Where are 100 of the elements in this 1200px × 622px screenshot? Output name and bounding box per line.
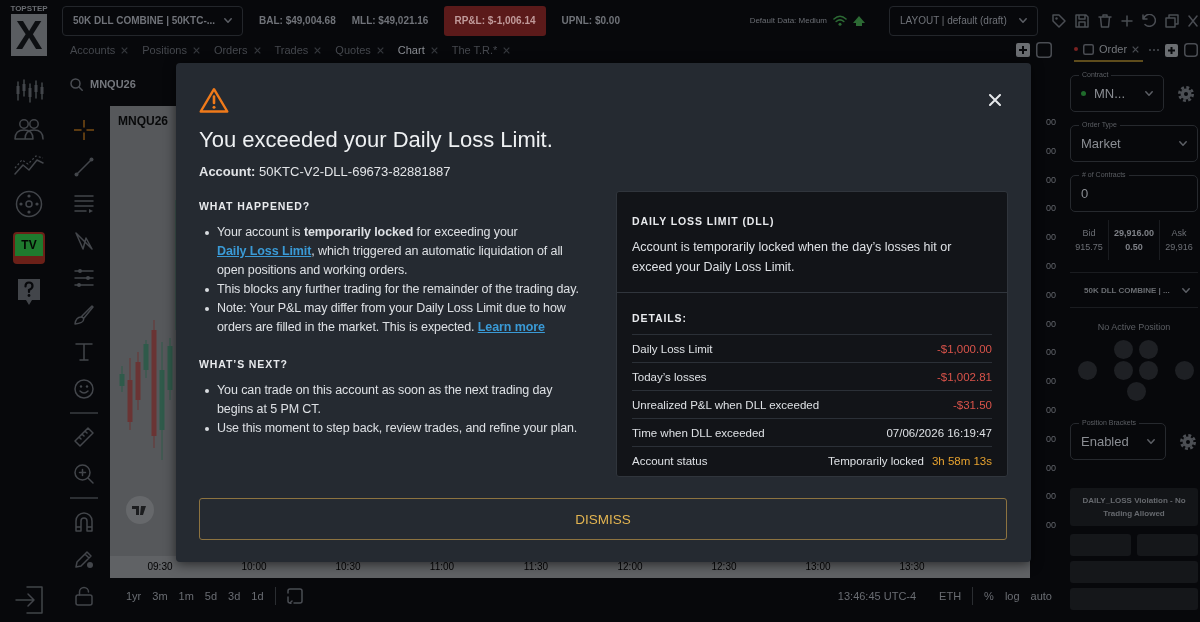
candles-icon[interactable] xyxy=(14,78,44,104)
square-icon xyxy=(1083,43,1094,55)
close-icon[interactable] xyxy=(314,46,322,54)
round-button[interactable] xyxy=(1139,361,1158,380)
trend-line-icon[interactable] xyxy=(74,157,94,177)
horizontal-lines-icon[interactable] xyxy=(74,194,94,214)
trash-icon[interactable] xyxy=(1098,13,1112,28)
scale-button[interactable]: auto xyxy=(1030,590,1052,602)
price-axis-label: 00 xyxy=(1045,260,1057,273)
dismiss-button[interactable]: DISMISS xyxy=(199,498,1007,540)
panel-tab[interactable]: Order xyxy=(1099,43,1128,55)
round-button[interactable] xyxy=(1139,340,1158,359)
range-button[interactable]: 3d xyxy=(228,590,241,602)
time-axis-label: 12:00 xyxy=(616,560,644,574)
price-axis-label: 00 xyxy=(1045,490,1057,504)
close-icon[interactable] xyxy=(1132,45,1140,53)
door-arrow-icon[interactable] xyxy=(15,586,43,614)
ruler-icon[interactable] xyxy=(74,427,94,447)
caret-icon xyxy=(1182,287,1190,293)
crosshair-icon[interactable] xyxy=(74,120,94,140)
round-button[interactable] xyxy=(1126,382,1146,401)
gear-icon[interactable] xyxy=(1178,85,1194,102)
zoom-icon[interactable] xyxy=(74,464,94,484)
range-button[interactable]: 1m xyxy=(178,590,194,602)
square-icon[interactable] xyxy=(1184,43,1199,57)
close-icon[interactable] xyxy=(1188,14,1198,27)
account-select[interactable]: 50K DLL COMBINE | 50KTC-... xyxy=(62,5,243,36)
price-axis-label: 00 xyxy=(1045,144,1057,158)
tab[interactable]: Accounts xyxy=(70,44,116,56)
detail-value: -$31.50 xyxy=(953,398,992,411)
price-axis-label: 00 xyxy=(1045,346,1057,360)
section-heading: WHAT HAPPENED? xyxy=(199,199,311,213)
bullet-icon xyxy=(205,389,209,393)
pencil-icon[interactable] xyxy=(74,549,94,569)
magnet-icon[interactable] xyxy=(74,512,94,532)
tab[interactable]: Chart xyxy=(397,44,425,56)
group-icon[interactable] xyxy=(14,118,44,140)
section-heading: WHAT’S NEXT? xyxy=(199,357,289,371)
scale-button[interactable]: % xyxy=(984,590,994,602)
tag-icon[interactable] xyxy=(1052,13,1066,28)
gear-icon[interactable] xyxy=(1180,433,1196,450)
quote-value: 915.75 xyxy=(1075,242,1103,252)
layout-select[interactable]: LAYOUT | default (draft) xyxy=(889,5,1038,36)
undo-icon[interactable] xyxy=(1142,14,1156,27)
close-icon[interactable] xyxy=(376,46,384,54)
close-icon[interactable] xyxy=(253,46,261,54)
range-button[interactable]: 1d xyxy=(251,590,264,602)
range-button[interactable]: 3m xyxy=(152,590,168,602)
close-icon[interactable] xyxy=(192,46,200,54)
tab[interactable]: Trades xyxy=(274,44,309,56)
close-button[interactable] xyxy=(989,94,1001,106)
bullet-text: Your account is temporarily locked for exceeding your Daily Loss Limit, which triggered an automatic liquidation of all open positions and working orders. xyxy=(217,224,564,279)
tv-button[interactable]: TV xyxy=(13,232,45,264)
scale-button[interactable]: log xyxy=(1004,590,1020,602)
quote-label: Ask xyxy=(1171,228,1187,238)
text-icon[interactable] xyxy=(74,342,94,362)
add-panel-icon[interactable] xyxy=(1016,43,1030,57)
tab[interactable]: Positions xyxy=(142,44,187,56)
account-stat: RP&L: $-1,006.14 xyxy=(444,5,546,36)
close-icon[interactable] xyxy=(121,46,129,54)
tab[interactable]: The T.R.* xyxy=(451,44,498,56)
bullet-text: You can trade on this account as soon as the next trading day begins at 5 PM CT. xyxy=(217,382,554,418)
padlock-icon[interactable] xyxy=(74,586,94,606)
close-icon[interactable] xyxy=(503,46,511,54)
range-button[interactable]: 5d xyxy=(204,590,218,602)
range-button[interactable]: 1yr xyxy=(126,590,142,602)
save-icon[interactable] xyxy=(1075,13,1089,28)
tab[interactable]: Orders xyxy=(213,44,248,56)
round-button[interactable] xyxy=(1175,361,1194,380)
trend-icon[interactable] xyxy=(14,154,44,176)
close-icon[interactable] xyxy=(430,46,438,54)
square-icon[interactable] xyxy=(1036,42,1052,58)
session-button[interactable]: ETH xyxy=(939,590,962,602)
price-axis-label: 00 xyxy=(1045,461,1057,475)
brush-icon[interactable] xyxy=(74,305,94,325)
wheel-icon[interactable] xyxy=(15,190,43,218)
window-icon[interactable] xyxy=(1165,13,1179,28)
detail-label: Daily Loss Limit xyxy=(632,342,713,355)
help-icon[interactable] xyxy=(17,278,41,306)
symbol-search[interactable]: MNQU26 xyxy=(90,78,136,90)
plus-icon[interactable] xyxy=(1121,14,1133,27)
round-button[interactable] xyxy=(1078,361,1097,380)
add-panel-icon[interactable] xyxy=(1165,43,1179,57)
price-axis-label: 00 xyxy=(1045,519,1057,533)
account-select[interactable]: 50K DLL COMBINE | ... xyxy=(1070,272,1198,308)
emoji-icon[interactable] xyxy=(74,379,94,399)
zigzag-icon[interactable] xyxy=(74,231,94,251)
sliders-icon[interactable] xyxy=(74,268,94,288)
bullet-icon xyxy=(205,288,209,292)
detail-value: 07/06/2026 16:19:47 xyxy=(886,426,992,439)
time-axis-label: 09:30 xyxy=(146,560,174,574)
caret-icon xyxy=(1019,18,1027,23)
price-axis-label: 00 xyxy=(1045,288,1057,302)
tab[interactable]: Quotes xyxy=(335,44,371,56)
quote-value: 29,916 xyxy=(1165,242,1193,252)
round-button[interactable] xyxy=(1114,361,1133,380)
round-button[interactable] xyxy=(1114,340,1133,359)
link[interactable]: Learn more xyxy=(477,320,545,334)
arrow-up-icon xyxy=(853,15,865,26)
caret-icon xyxy=(1179,141,1187,146)
